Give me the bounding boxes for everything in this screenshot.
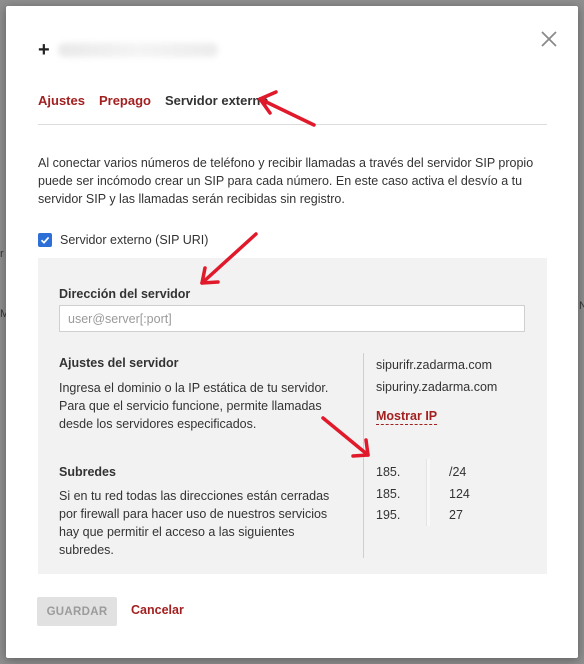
tab-prepago[interactable]: Prepago: [99, 93, 151, 108]
show-ip-link[interactable]: Mostrar IP: [376, 409, 438, 425]
server-settings-panel: Dirección del servidor Ajustes del servi…: [38, 258, 547, 574]
subnets-title: Subredes: [59, 465, 116, 479]
panel-divider: [363, 353, 364, 558]
backdrop-text: r: [0, 248, 4, 260]
subnet-start: 195.: [376, 508, 401, 522]
server-settings-text: Ingresa el dominio o la IP estática de t…: [59, 381, 329, 431]
server-address-label: Dirección del servidor: [59, 287, 191, 301]
sip-server-address: sipuriny.zadarma.com: [376, 380, 498, 394]
subnet-end: 124: [449, 487, 470, 501]
subnet-item: 185. 124: [376, 481, 476, 505]
cancel-link[interactable]: Cancelar: [131, 603, 184, 617]
redaction-mask: [403, 502, 449, 526]
subnet-start: 185.: [376, 487, 401, 501]
subnet-end: 27: [449, 508, 463, 522]
dialog-tabs: Ajustes Prepago Servidor externo: [38, 93, 268, 108]
redaction-mask: [403, 481, 449, 505]
external-server-checkbox-label[interactable]: Servidor externo (SIP URI): [60, 233, 208, 247]
redaction-mask: [403, 459, 449, 483]
external-server-checkbox-row[interactable]: Servidor externo (SIP URI): [38, 233, 208, 247]
check-icon: [40, 236, 50, 244]
subnet-end: /24: [449, 465, 467, 479]
server-address-input[interactable]: [59, 305, 525, 332]
subnets-text: Si en tu red todas las direcciones están…: [59, 489, 330, 557]
blurred-title: [57, 43, 218, 57]
sip-server-address: sipurifr.zadarma.com: [376, 358, 493, 372]
server-settings-title: Ajustes del servidor: [59, 356, 179, 370]
subnet-item: 195. 27: [376, 502, 476, 526]
tabs-divider: [38, 124, 547, 125]
tab-ajustes[interactable]: Ajustes: [38, 93, 85, 108]
backdrop-text: N: [579, 300, 584, 312]
save-button[interactable]: GUARDAR: [37, 597, 117, 626]
close-icon[interactable]: [538, 28, 560, 50]
plus-icon: +: [38, 39, 50, 61]
dialog-title: +: [38, 40, 218, 60]
subnet-item: 185. /24: [376, 459, 476, 483]
external-server-checkbox[interactable]: [38, 233, 52, 247]
subnet-start: 185.: [376, 465, 401, 479]
description-text: Al conectar varios números de teléfono y…: [38, 156, 534, 206]
tab-servidor-externo[interactable]: Servidor externo: [165, 93, 268, 108]
external-server-dialog: + Ajustes Prepago Servidor externo Al co…: [6, 6, 578, 658]
